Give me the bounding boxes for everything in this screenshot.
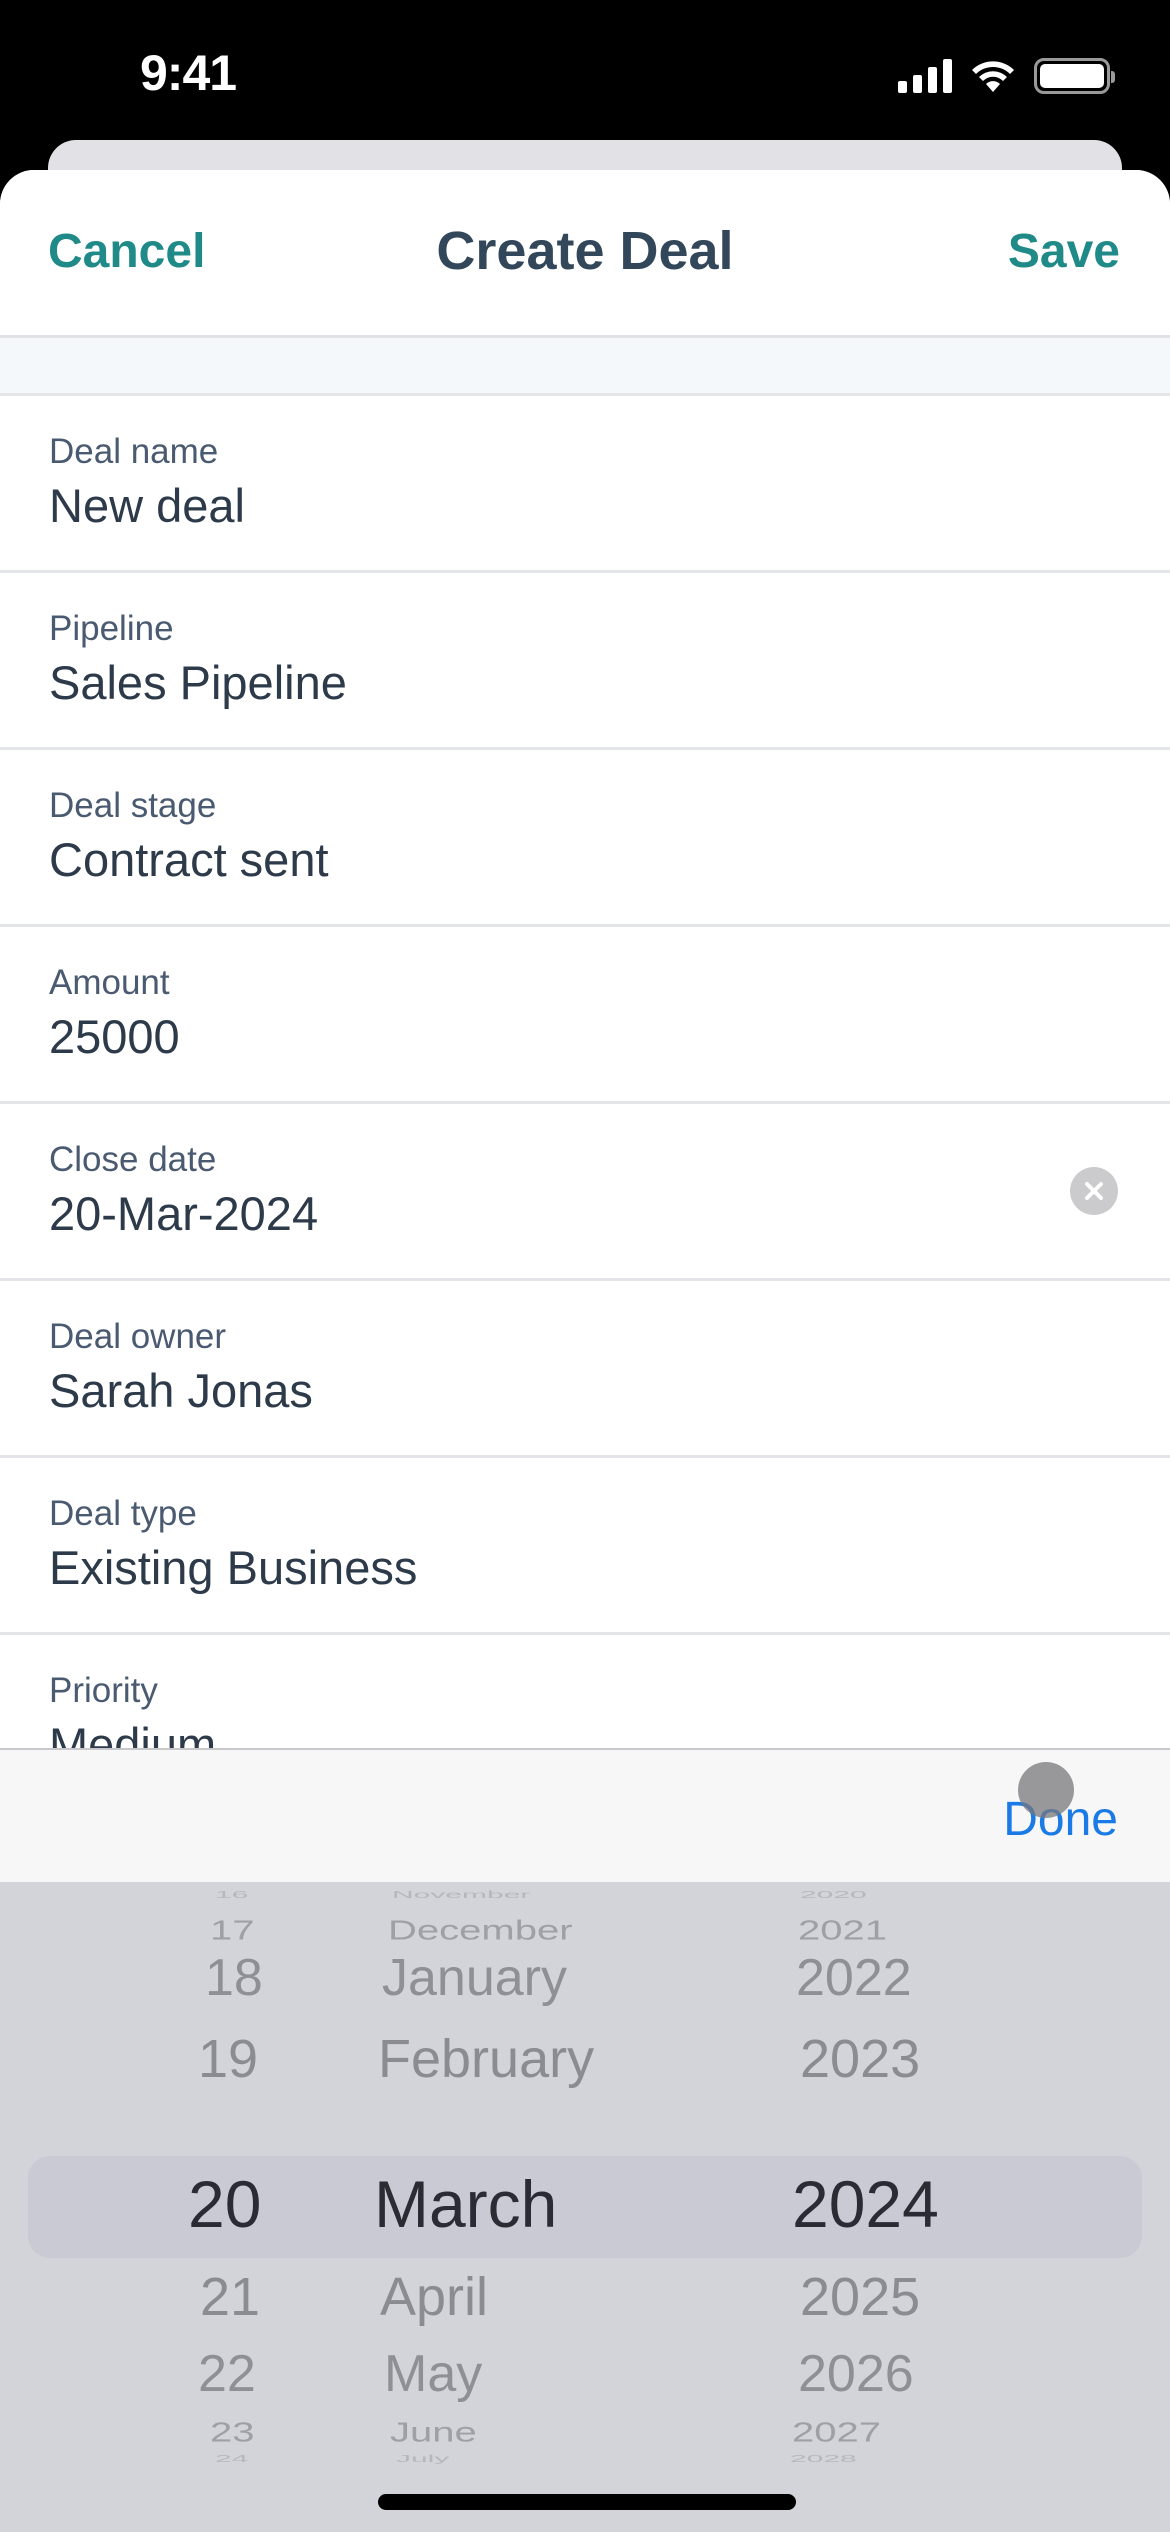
month-option[interactable]: June [390, 2417, 477, 2449]
year-option[interactable]: 2025 [800, 2266, 920, 2328]
field-deal-stage[interactable]: Deal stage Contract sent [0, 750, 1170, 927]
year-option[interactable]: 2028 [790, 2453, 857, 2465]
day-option[interactable]: 16 [215, 1889, 248, 1901]
home-indicator [378, 2494, 796, 2510]
day-option[interactable]: 19 [198, 2028, 258, 2090]
field-close-date[interactable]: Close date 20-Mar-2024 [0, 1104, 1170, 1281]
month-option[interactable]: November [392, 1889, 530, 1901]
field-label: Close date [49, 1140, 217, 1179]
nav-bar: Cancel Create Deal Save [0, 170, 1170, 338]
day-wheel[interactable]: 16 17 18 19 20 21 22 23 24 [0, 1882, 360, 2532]
field-value[interactable]: 25000 [49, 1009, 180, 1064]
month-option[interactable]: July [396, 2453, 449, 2465]
field-label: Deal stage [49, 786, 217, 825]
date-picker[interactable]: 16 17 18 19 20 21 22 23 24 November December Janua… [0, 1882, 1170, 2532]
field-value[interactable]: New deal [49, 478, 245, 533]
day-option[interactable]: 23 [210, 2417, 255, 2449]
cancel-button[interactable]: Cancel [48, 224, 205, 279]
save-button[interactable]: Save [1008, 224, 1120, 279]
year-option[interactable]: 2023 [800, 2028, 920, 2090]
field-deal-owner[interactable]: Deal owner Sarah Jonas [0, 1281, 1170, 1458]
month-option[interactable]: April [380, 2266, 488, 2328]
month-option[interactable]: December [388, 1915, 573, 1947]
done-button[interactable]: Done [1003, 1792, 1118, 1847]
wifi-icon [972, 61, 1014, 92]
status-bar: 9:41 [0, 0, 1170, 140]
month-option[interactable]: January [382, 1948, 567, 2008]
day-option[interactable]: 18 [205, 1948, 263, 2008]
field-deal-name[interactable]: Deal name New deal [0, 396, 1170, 573]
field-label: Priority [49, 1671, 158, 1710]
field-label: Deal type [49, 1494, 197, 1533]
month-wheel[interactable]: November December January February March Apri… [360, 1882, 760, 2532]
field-label: Deal owner [49, 1317, 227, 1356]
section-spacer [0, 338, 1170, 396]
month-option[interactable]: May [384, 2344, 482, 2404]
field-value[interactable]: 20-Mar-2024 [49, 1186, 318, 1241]
day-option[interactable]: 24 [215, 2453, 248, 2465]
field-deal-type[interactable]: Deal type Existing Business [0, 1458, 1170, 1635]
picker-toolbar: Done [0, 1748, 1170, 1882]
clear-date-button[interactable] [1070, 1167, 1118, 1215]
field-value[interactable]: Contract sent [49, 832, 329, 887]
selected-month-option[interactable]: March [374, 2166, 557, 2242]
day-option[interactable]: 22 [198, 2344, 256, 2404]
year-option[interactable]: 2026 [798, 2344, 914, 2404]
year-option[interactable]: 2022 [796, 1948, 912, 2008]
field-label: Amount [49, 963, 170, 1002]
day-option[interactable]: 21 [200, 2266, 260, 2328]
status-time: 9:41 [140, 45, 237, 101]
year-option[interactable]: 2027 [792, 2417, 881, 2449]
field-value[interactable]: Sales Pipeline [49, 655, 347, 710]
field-label: Pipeline [49, 609, 174, 648]
field-label: Deal name [49, 432, 219, 471]
status-icons [898, 58, 1115, 94]
year-option[interactable]: 2020 [800, 1889, 867, 1901]
cellular-signal-icon [898, 59, 952, 93]
selected-day-option[interactable]: 20 [188, 2166, 261, 2242]
month-option[interactable]: February [378, 2028, 594, 2090]
clear-circle-x-icon [1085, 1182, 1103, 1200]
day-option[interactable]: 17 [210, 1915, 255, 1947]
year-wheel[interactable]: 2020 2021 2022 2023 2024 2025 2026 2027 2028 [760, 1882, 1170, 2532]
selected-year-option[interactable]: 2024 [792, 2166, 939, 2242]
field-amount[interactable]: Amount 25000 [0, 927, 1170, 1104]
field-pipeline[interactable]: Pipeline Sales Pipeline [0, 573, 1170, 750]
field-value[interactable]: Sarah Jonas [49, 1363, 313, 1418]
field-value[interactable]: Existing Business [49, 1540, 417, 1595]
battery-icon [1034, 58, 1115, 94]
year-option[interactable]: 2021 [798, 1915, 887, 1947]
